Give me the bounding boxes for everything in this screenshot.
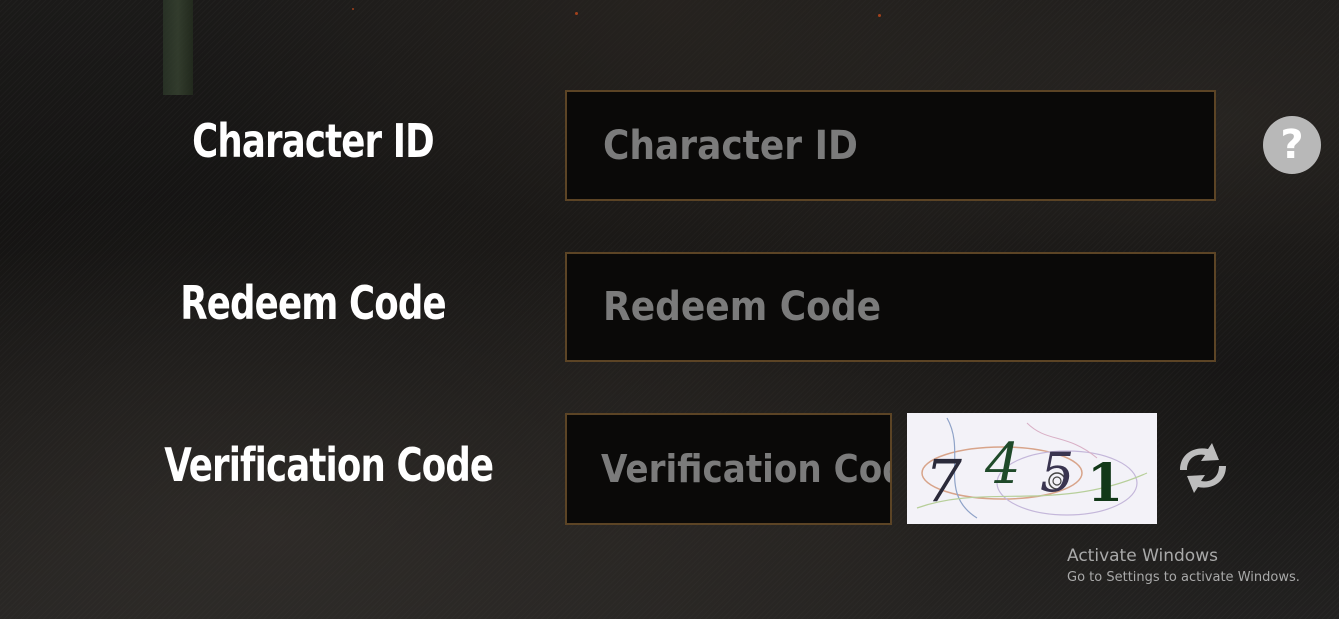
background-ember — [575, 12, 578, 15]
question-mark-icon: ? — [1280, 122, 1304, 168]
watermark-title: Activate Windows — [1067, 546, 1218, 566]
windows-activation-watermark: Activate Windows Go to Settings to activ… — [1067, 546, 1300, 590]
captcha-graphic: 7 4 5 1 — [907, 413, 1157, 524]
captcha-char: 1 — [1087, 453, 1123, 514]
background-ember — [878, 14, 881, 17]
character-id-label: Character ID — [192, 114, 435, 168]
verification-code-input[interactable] — [565, 413, 892, 525]
captcha-char: 5 — [1040, 441, 1074, 504]
redeem-code-input[interactable] — [565, 252, 1216, 362]
refresh-captcha-button[interactable] — [1172, 440, 1234, 496]
background-pillar — [163, 0, 193, 95]
character-id-input[interactable] — [565, 90, 1216, 201]
watermark-subtitle: Go to Settings to activate Windows. — [1067, 570, 1300, 585]
redeem-code-label: Redeem Code — [180, 276, 446, 330]
captcha-image[interactable]: 7 4 5 1 — [907, 413, 1157, 524]
verification-code-label: Verification Code — [164, 438, 494, 492]
captcha-char: 4 — [984, 432, 1021, 497]
refresh-arrows-icon — [1180, 443, 1226, 493]
help-button[interactable]: ? — [1263, 116, 1321, 174]
captcha-char: 7 — [925, 447, 962, 515]
background-ember — [352, 8, 354, 10]
